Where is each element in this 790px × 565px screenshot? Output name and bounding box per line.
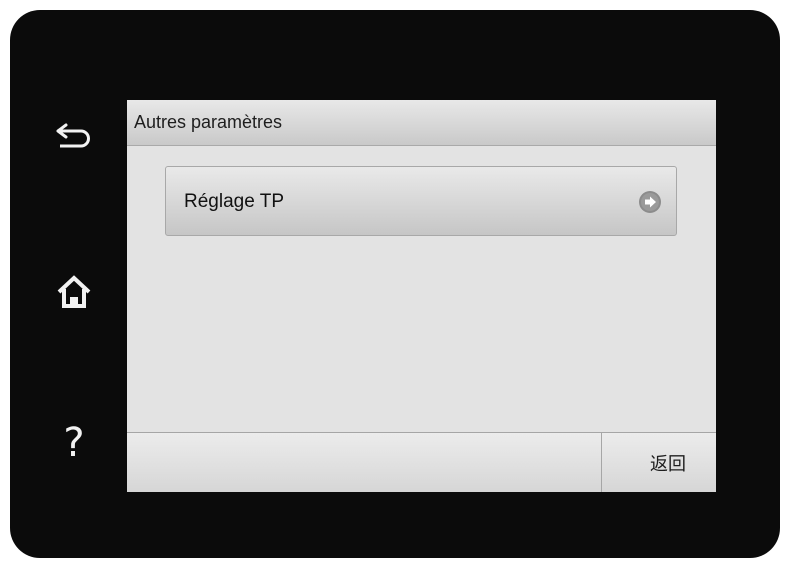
- title-bar: Autres paramètres: [127, 100, 716, 146]
- help-icon: ?: [63, 420, 85, 466]
- back-button-label: 返回: [650, 453, 686, 475]
- back-button[interactable]: 返回: [602, 433, 716, 492]
- hardware-home-button[interactable]: [46, 263, 102, 319]
- bottom-bar: 返回: [127, 432, 716, 492]
- menu-item-label: Réglage TP: [184, 191, 284, 212]
- hardware-help-button[interactable]: ?: [46, 415, 102, 471]
- page-title: Autres paramètres: [134, 112, 283, 132]
- menu-item-reglage-tp[interactable]: Réglage TP: [165, 166, 677, 236]
- back-arrow-icon: [56, 123, 90, 148]
- printer-control-panel: ? Autres paramètres Réglage TP 返回: [10, 10, 780, 558]
- hardware-back-button[interactable]: [46, 108, 102, 164]
- home-icon: [57, 275, 91, 308]
- touch-screen: Autres paramètres Réglage TP 返回: [127, 100, 716, 492]
- chevron-right-circle-icon: [639, 191, 661, 213]
